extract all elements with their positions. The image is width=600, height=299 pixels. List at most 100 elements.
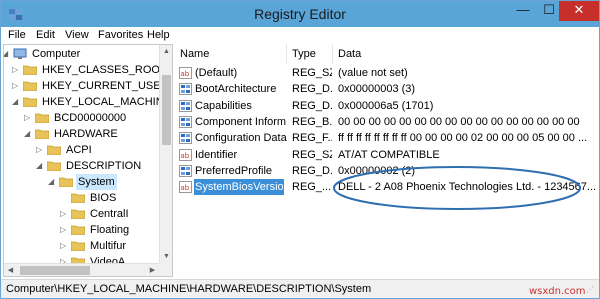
expand-arrow-icon[interactable]: ▷ — [60, 222, 69, 238]
expand-arrow-icon[interactable]: ▷ — [24, 110, 33, 126]
value-name: PreferredProfile — [195, 165, 273, 177]
value-name: Identifier — [195, 149, 238, 161]
status-bar: Computer\HKEY_LOCAL_MACHINE\HARDWARE\DES… — [1, 279, 599, 298]
value-data: 0x00000002 (2) — [338, 165, 416, 177]
tree-item-label: BIOS — [90, 192, 117, 204]
menu-favorites[interactable]: Favorites — [98, 29, 143, 41]
expand-arrow-icon[interactable]: ▷ — [12, 78, 21, 94]
title-bar[interactable]: Registry Editor — ☐ ✕ — [1, 1, 599, 27]
folder-icon — [47, 160, 61, 171]
expand-arrow-icon[interactable]: ▷ — [12, 62, 21, 78]
svg-text:ab: ab — [181, 70, 190, 78]
menu-help[interactable]: Help — [147, 29, 170, 41]
binary-value-icon — [179, 83, 192, 95]
value-name: Configuration Data — [195, 132, 287, 144]
scroll-right-icon[interactable]: ▶ — [146, 264, 159, 276]
value-data: DELL - 2 A08 Phoenix Technologies Ltd. -… — [338, 181, 597, 193]
value-name: Capabilities — [195, 100, 252, 112]
tree-horizontal-scrollbar[interactable]: ◀ ▶ — [4, 263, 159, 276]
scroll-down-icon[interactable]: ▼ — [160, 250, 172, 263]
value-type: REG_D... — [292, 165, 332, 177]
folder-icon — [23, 64, 37, 75]
watermark: wsxdn.com — [529, 286, 586, 297]
collapse-arrow-icon[interactable]: ◢ — [24, 126, 33, 142]
folder-icon — [47, 144, 61, 155]
menu-bar: File Edit View Favorites Help — [1, 27, 599, 44]
value-name: Component Inform... — [195, 116, 287, 128]
close-button[interactable]: ✕ — [559, 1, 599, 21]
tree-hscroll-thumb[interactable] — [20, 266, 90, 275]
tree-item-label: HARDWARE — [54, 128, 118, 140]
scroll-up-icon[interactable]: ▲ — [160, 45, 172, 58]
value-row[interactable]: PreferredProfile REG_D... 0x00000002 (2) — [175, 163, 599, 179]
values-list-pane[interactable]: Name Type Data ab (Default) REG_SZ (value n… — [175, 44, 599, 277]
minimize-button[interactable]: — — [511, 1, 535, 21]
value-data: 0x000006a5 (1701) — [338, 100, 434, 112]
expand-arrow-icon[interactable] — [60, 190, 69, 206]
value-row[interactable]: Component Inform... REG_B... 00 00 00 00 0… — [175, 114, 599, 130]
status-path: Computer\HKEY_LOCAL_MACHINE\HARDWARE\DES… — [6, 283, 372, 295]
expand-arrow-icon[interactable]: ▷ — [60, 206, 69, 222]
maximize-button[interactable]: ☐ — [537, 1, 561, 21]
folder-icon — [71, 224, 85, 235]
value-type: REG_D... — [292, 83, 332, 95]
value-row[interactable]: BootArchitecture REG_D... 0x00000003 (3) — [175, 81, 599, 97]
tree-vertical-scrollbar[interactable]: ▲ ▼ — [159, 45, 172, 263]
collapse-arrow-icon[interactable]: ◢ — [4, 46, 11, 62]
tree-item-label: Computer — [32, 48, 81, 60]
window-title: Registry Editor — [254, 6, 346, 22]
collapse-arrow-icon[interactable]: ◢ — [36, 158, 45, 174]
tree-scroll-thumb[interactable] — [162, 75, 171, 145]
value-type: REG_... — [292, 181, 332, 193]
tree-item-label: BCD00000000 — [54, 112, 127, 124]
value-name: BootArchitecture — [195, 83, 277, 95]
folder-icon — [23, 96, 37, 107]
value-row[interactable]: Configuration Data REG_F... ff ff ff ff ff… — [175, 130, 599, 146]
tree-item-label: Multifur — [90, 240, 127, 252]
string-value-icon: ab — [179, 67, 192, 79]
string-value-icon: ab — [179, 149, 192, 161]
binary-value-icon — [179, 100, 192, 112]
scroll-left-icon[interactable]: ◀ — [4, 264, 17, 276]
value-name: SystemBiosVersion — [194, 179, 284, 195]
key-tree-pane[interactable]: ◢ Computer ▷ HKEY_CLASSES_ROOT ▷ HKEY_CURRENT… — [3, 44, 173, 277]
collapse-arrow-icon[interactable]: ◢ — [48, 174, 57, 190]
folder-icon — [71, 240, 85, 251]
collapse-arrow-icon[interactable]: ◢ — [12, 94, 21, 110]
value-data: (value not set) — [338, 67, 408, 79]
binary-value-icon — [179, 165, 192, 177]
folder-icon — [71, 192, 85, 203]
tree-item-label: HKEY_CLASSES_ROOT — [42, 64, 167, 76]
expand-arrow-icon[interactable]: ▷ — [36, 142, 45, 158]
value-type: REG_B... — [292, 116, 332, 128]
value-type: REG_D... — [292, 100, 332, 112]
tree-item-label: ACPI — [66, 144, 92, 156]
binary-value-icon — [179, 132, 192, 144]
folder-icon — [35, 128, 49, 139]
resize-grip-icon[interactable]: ⋰ — [586, 285, 596, 295]
value-type: REG_SZ — [292, 149, 332, 161]
expand-arrow-icon[interactable]: ▷ — [60, 238, 69, 254]
value-data: ff ff ff ff ff ff ff ff 00 00 00 00 02 0… — [338, 132, 588, 144]
menu-file[interactable]: File — [8, 29, 26, 41]
svg-text:ab: ab — [181, 152, 190, 160]
column-header-type[interactable]: Type — [287, 44, 333, 64]
tree-item-label: CentralI — [90, 208, 129, 220]
menu-edit[interactable]: Edit — [36, 29, 55, 41]
value-type: REG_F... — [292, 132, 332, 144]
menu-view[interactable]: View — [65, 29, 89, 41]
folder-icon — [23, 80, 37, 91]
value-row[interactable]: ab (Default) REG_SZ (value not set) — [175, 65, 599, 81]
value-row[interactable]: ab Identifier REG_SZ AT/AT COMPATIBLE — [175, 147, 599, 163]
value-type: REG_SZ — [292, 67, 332, 79]
scrollbar-corner — [159, 263, 172, 276]
tree-item-label: HKEY_LOCAL_MACHINE — [42, 96, 171, 108]
value-row[interactable]: Capabilities REG_D... 0x000006a5 (1701) — [175, 98, 599, 114]
column-header-data[interactable]: Data — [333, 44, 599, 64]
value-name: (Default) — [195, 67, 238, 79]
column-header-name[interactable]: Name — [175, 44, 287, 64]
value-row[interactable]: ab SystemBiosVersion REG_... DELL - 2 A08 P… — [175, 179, 599, 195]
svg-text:ab: ab — [181, 184, 190, 192]
tree-item-label: DESCRIPTION — [66, 160, 142, 172]
computer-icon — [13, 48, 27, 59]
